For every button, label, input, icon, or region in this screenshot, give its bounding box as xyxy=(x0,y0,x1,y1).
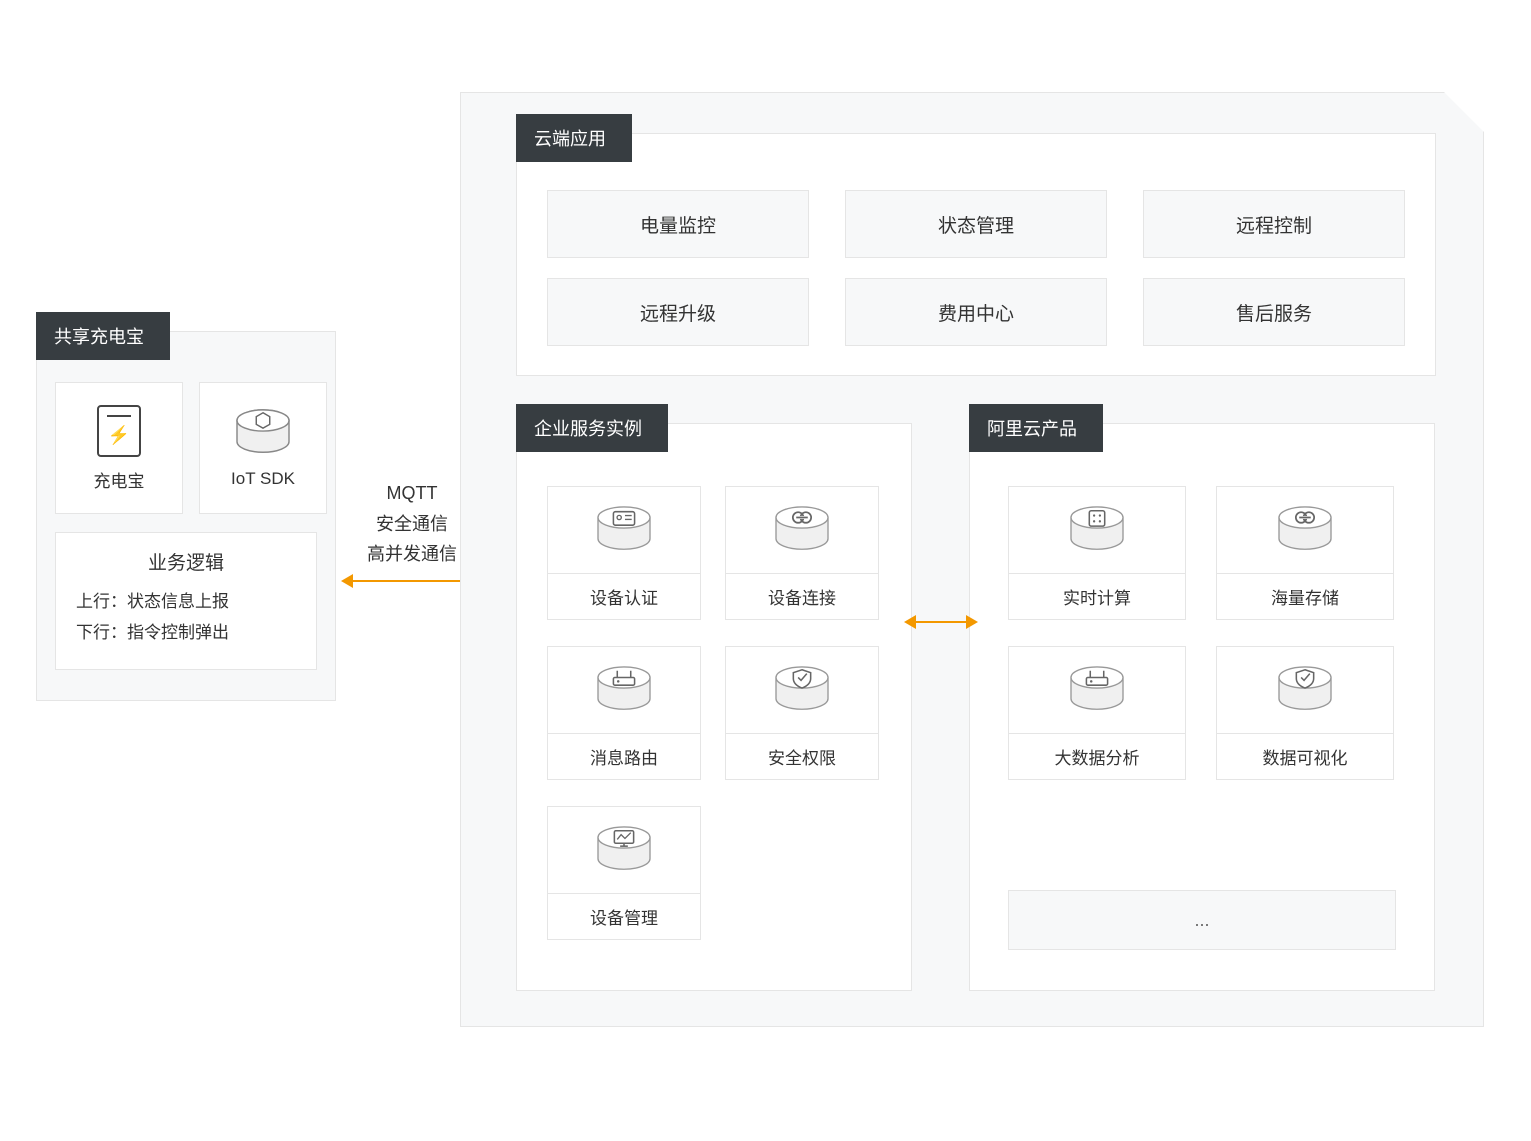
shared-powerbank-box: 共享充电宝 充电宝 IoT SDK 业务逻辑 上行：状态信息上报 下行：指令控制… xyxy=(36,331,336,701)
aliyun-products-box: 阿里云产品 实时计算 海量存储 大数据分析 数据可视化 ... xyxy=(969,423,1435,991)
enterprise-item-label: 消息路由 xyxy=(548,733,700,779)
device-card-powerbank: 充电宝 xyxy=(55,382,183,514)
connection-label-block: MQTT 安全通信 高并发通信 xyxy=(352,478,472,570)
cloud-apps-title-tab: 云端应用 xyxy=(516,114,632,162)
aliyun-item-label: 数据可视化 xyxy=(1217,733,1393,779)
bidirectional-arrow-right xyxy=(913,621,969,623)
cloud-app-cell: 电量监控 xyxy=(547,190,809,258)
enterprise-item-card: 消息路由 xyxy=(547,646,701,780)
device-label: 充电宝 xyxy=(94,467,145,492)
business-up-line: 上行：状态信息上报 xyxy=(76,587,296,618)
sdk-label: IoT SDK xyxy=(231,469,295,489)
enterprise-item-card: 安全权限 xyxy=(725,646,879,780)
connection-line2: 安全通信 xyxy=(352,509,472,540)
aliyun-item-card: 数据可视化 xyxy=(1216,646,1394,780)
aliyun-item-label: 海量存储 xyxy=(1217,573,1393,619)
enterprise-item-label: 设备连接 xyxy=(726,573,878,619)
shared-powerbank-title-tab: 共享充电宝 xyxy=(36,312,170,360)
connection-line3: 高并发通信 xyxy=(352,539,472,570)
aliyun-title-tab: 阿里云产品 xyxy=(969,404,1103,452)
aliyun-more-ellipsis: ... xyxy=(1008,890,1396,950)
idcard-icon xyxy=(594,504,654,556)
aliyun-item-card: 海量存储 xyxy=(1216,486,1394,620)
business-logic-card: 业务逻辑 上行：状态信息上报 下行：指令控制弹出 xyxy=(55,532,317,670)
enterprise-item-label: 设备认证 xyxy=(548,573,700,619)
shield-icon xyxy=(1275,664,1335,716)
business-title: 业务逻辑 xyxy=(76,547,296,581)
battery-icon xyxy=(97,405,141,457)
enterprise-item-label: 安全权限 xyxy=(726,733,878,779)
enterprise-item-card: 设备管理 xyxy=(547,806,701,940)
cloud-app-cell: 状态管理 xyxy=(845,190,1107,258)
hexagon-sdk-icon xyxy=(233,407,293,459)
cloud-container: 云端应用 电量监控 状态管理 远程控制 远程升级 费用中心 售后服务 企业服务实… xyxy=(460,92,1484,1027)
cloud-app-cell: 费用中心 xyxy=(845,278,1107,346)
link-icon xyxy=(1275,504,1335,556)
aliyun-item-card: 实时计算 xyxy=(1008,486,1186,620)
monitor-icon xyxy=(594,824,654,876)
enterprise-item-card: 设备认证 xyxy=(547,486,701,620)
enterprise-instance-box: 企业服务实例 设备认证 设备连接 消息路由 安全权限 设备管理 xyxy=(516,423,912,991)
connection-protocol: MQTT xyxy=(352,478,472,509)
cloud-app-cell: 远程升级 xyxy=(547,278,809,346)
link-icon xyxy=(772,504,832,556)
device-card-iot-sdk: IoT SDK xyxy=(199,382,327,514)
enterprise-item-card: 设备连接 xyxy=(725,486,879,620)
aliyun-item-label: 大数据分析 xyxy=(1009,733,1185,779)
enterprise-item-label: 设备管理 xyxy=(548,893,700,939)
cloud-app-cell: 远程控制 xyxy=(1143,190,1405,258)
enterprise-title-tab: 企业服务实例 xyxy=(516,404,668,452)
router-icon xyxy=(1067,664,1127,716)
cloud-app-cell: 售后服务 xyxy=(1143,278,1405,346)
router-icon xyxy=(594,664,654,716)
calc-icon xyxy=(1067,504,1127,556)
business-down-line: 下行：指令控制弹出 xyxy=(76,618,296,649)
aliyun-item-label: 实时计算 xyxy=(1009,573,1185,619)
cloud-apps-box: 云端应用 电量监控 状态管理 远程控制 远程升级 费用中心 售后服务 xyxy=(516,133,1436,376)
shield-icon xyxy=(772,664,832,716)
aliyun-item-card: 大数据分析 xyxy=(1008,646,1186,780)
